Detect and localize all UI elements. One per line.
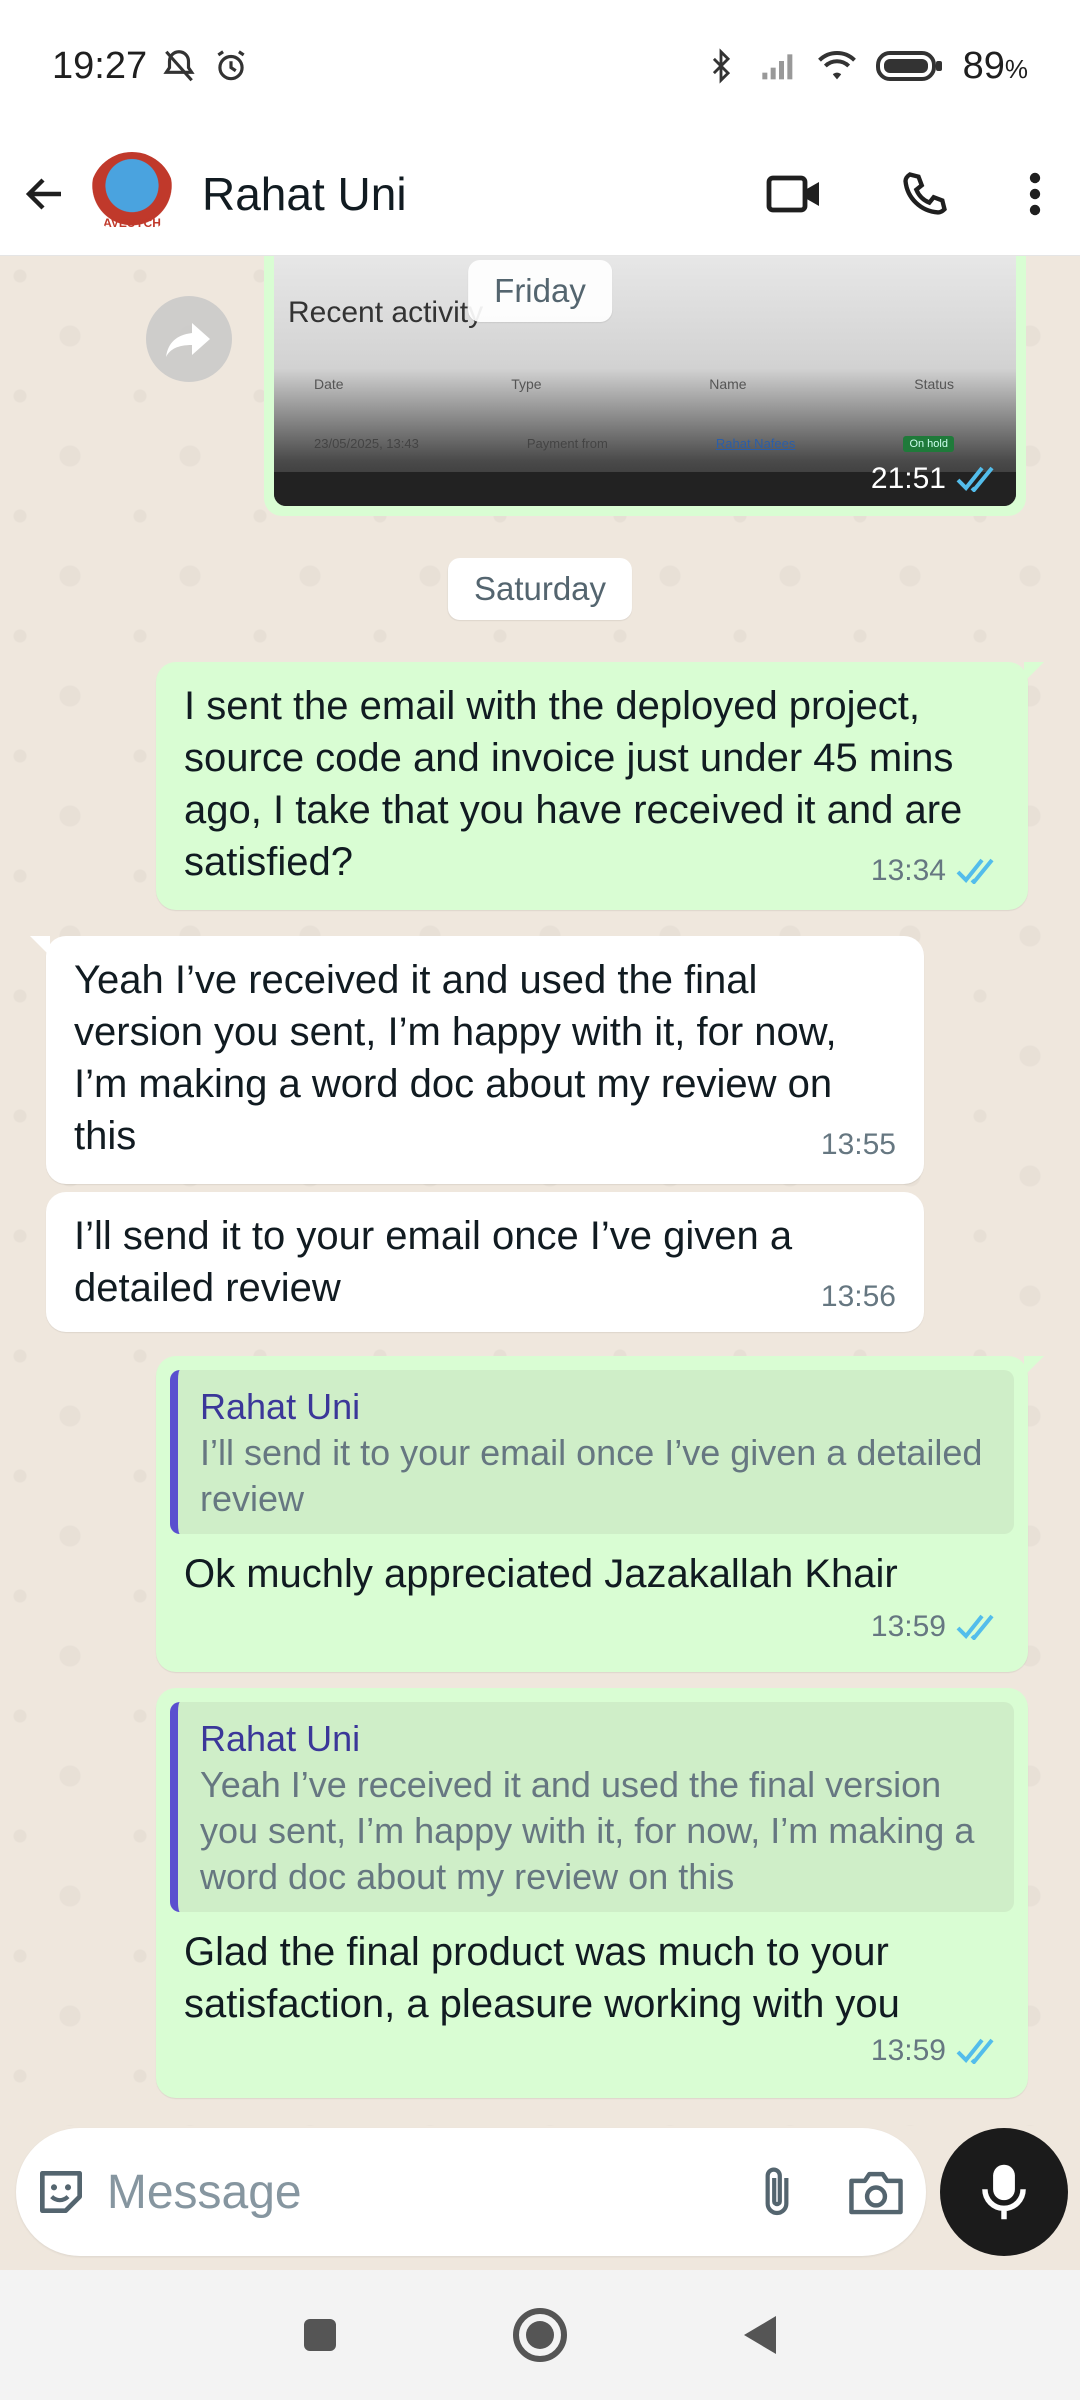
message-time: 21:51 [870,462,946,495]
double-check-icon [956,858,994,884]
video-call-button[interactable] [730,144,860,244]
double-check-icon [956,2038,994,2064]
image-cell: On hold [903,436,954,452]
message-time: 13:59 [870,2034,946,2067]
quote-text: I’ll send it to your email once I’ve giv… [200,1432,983,1519]
message-composer [16,2128,926,2256]
image-cell: Payment from [526,436,608,451]
image-table-row: 23/05/2025, 13:43 Payment from Rahat Naf… [314,436,954,452]
image-title: Recent activity [288,296,484,329]
quote-text: Yeah I’ve received it and used the final… [200,1764,975,1897]
double-check-icon [956,466,994,492]
chat-header: AVEUYCH Rahat Uni [0,132,1080,256]
home-circle-icon [513,2308,567,2362]
quoted-message[interactable]: Rahat Uni I’ll send it to your email onc… [170,1370,1014,1534]
image-col-label: Date [314,376,344,392]
bluetooth-icon [701,46,741,86]
alarm-icon [211,46,251,86]
avatar-text: AVEUYCH [103,215,161,230]
message-text: Ok muchly appreciated Jazakallah Khair [184,1552,898,1596]
message-time: 13:59 [870,1610,946,1643]
outgoing-reply-message[interactable]: Rahat Uni I’ll send it to your email onc… [156,1356,1044,1672]
arrow-left-icon [25,177,61,210]
message-time: 13:34 [870,854,946,887]
image-cell: 23/05/2025, 13:43 [314,436,419,451]
sticker-button[interactable] [16,2128,107,2256]
message-time: 13:56 [820,1280,896,1313]
paperclip-icon [765,2167,789,2216]
back-button[interactable] [0,144,90,244]
forward-arrow-icon [166,323,210,357]
incoming-message[interactable]: I’ll send it to your email once I’ve giv… [46,1192,924,1332]
avatar[interactable]: AVEUYCH [90,151,174,236]
battery-unit: % [1004,53,1028,84]
attach-button[interactable] [728,2128,827,2256]
signal-icon [759,46,799,86]
square-icon [304,2319,336,2351]
image-cell: Rahat Nafees [715,436,796,451]
back-nav-button[interactable] [725,2300,795,2370]
battery-icon [875,46,945,86]
message-meta: 21:51 [871,462,1000,496]
forward-button[interactable] [146,296,232,382]
quote-author: Rahat Uni [200,1386,361,1427]
message-text: Glad the final product was much to your … [184,1930,900,2026]
voice-message-button[interactable] [940,2128,1068,2256]
double-check-icon [956,1614,994,1640]
incoming-message[interactable]: Yeah I’ve received it and used the final… [30,936,924,1184]
status-bar: 19:27 89% [0,0,1080,132]
recents-button[interactable] [285,2300,355,2370]
phone-icon [903,171,947,215]
triangle-back-icon [744,2316,776,2354]
image-message[interactable]: Recent activity Date Type Name Status 23… [264,256,1026,516]
quoted-message[interactable]: Rahat Uni Yeah I’ve received it and used… [170,1702,1014,1912]
date-chip-saturday: Saturday [447,558,633,620]
message-meta: 13:55 [74,1128,896,1162]
more-options-button[interactable] [990,144,1080,244]
image-table-header: Date Type Name Status [314,376,954,392]
mute-bell-icon [159,46,199,86]
screenshot-image[interactable]: Recent activity Date Type Name Status 23… [274,256,1016,506]
image-col-label: Name [709,376,747,392]
chat-area[interactable]: Recent activity Date Type Name Status 23… [0,256,1080,2126]
clock: 19:27 [52,44,148,87]
camera-button[interactable] [827,2128,926,2256]
message-meta: 13:59 [184,2034,1000,2068]
outgoing-reply-message[interactable]: Rahat Uni Yeah I’ve received it and used… [156,1688,1028,2098]
quote-author: Rahat Uni [200,1718,361,1759]
message-input[interactable] [106,2164,728,2220]
wifi-icon [817,46,857,86]
video-camera-icon [766,175,819,212]
kebab-menu-icon [1029,172,1041,215]
voice-call-button[interactable] [860,144,990,244]
image-col-label: Type [511,376,542,392]
sticker-smiley-icon [40,2171,83,2213]
system-nav-bar [0,2270,1080,2400]
image-col-label: Status [914,376,954,392]
message-meta: 13:59 [184,1610,1000,1644]
contact-name[interactable]: Rahat Uni [202,167,407,221]
camera-icon [849,2171,904,2215]
microphone-icon [982,2164,1026,2220]
outgoing-message[interactable]: I sent the email with the deployed proje… [156,662,1044,910]
home-button[interactable] [505,2300,575,2370]
date-chip-friday: Friday [468,260,612,322]
message-time: 13:55 [820,1128,896,1161]
battery-level: 89% [962,44,1028,87]
